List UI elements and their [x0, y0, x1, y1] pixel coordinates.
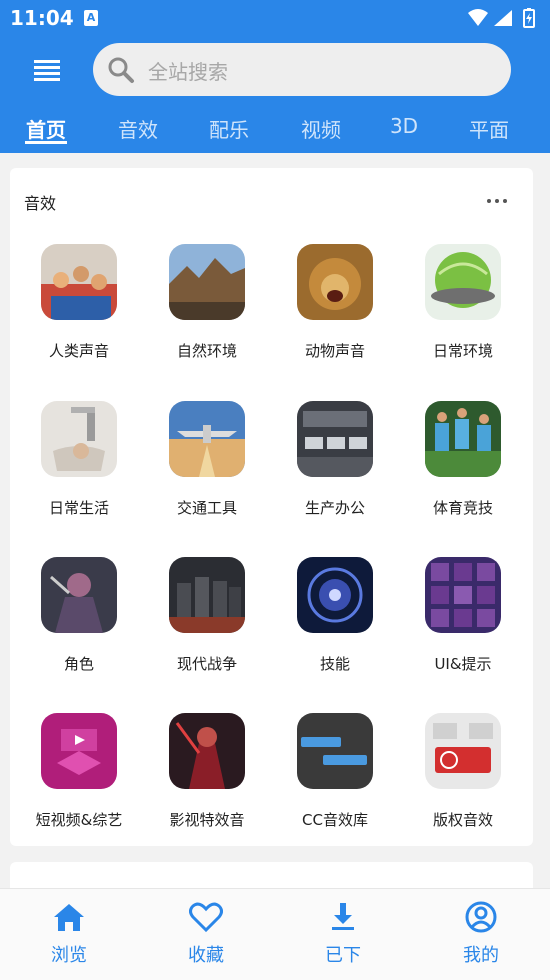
search-bar[interactable]: 全站搜索 — [93, 43, 511, 96]
category-label: 版权音效 — [432, 811, 493, 829]
notification-icon: A — [84, 10, 98, 26]
nav-favorites[interactable]: 收藏 — [156, 901, 256, 967]
thumbnail — [425, 401, 501, 477]
thumbnail — [169, 401, 245, 477]
category-daily-environment[interactable]: 日常环境 — [399, 244, 527, 361]
category-skills[interactable]: 技能 — [271, 557, 399, 674]
download-icon — [326, 903, 360, 937]
thumbnail — [297, 713, 373, 789]
thumbnail — [41, 244, 117, 320]
status-icons — [466, 7, 542, 33]
heart-icon — [189, 902, 223, 937]
bottom-nav: 浏览 收藏 已下 我的 — [0, 888, 550, 980]
thumbnail — [169, 713, 245, 789]
nav-label: 我的 — [463, 945, 499, 966]
category-film-effects[interactable]: 影视特效音 — [143, 713, 271, 830]
category-copyright[interactable]: 版权音效 — [399, 713, 527, 830]
nav-mine[interactable]: 我的 — [431, 901, 531, 967]
category-label: 影视特效音 — [169, 811, 245, 829]
status-bar: 11:04 A — [0, 0, 550, 37]
category-label: 体育竞技 — [432, 499, 493, 517]
thumbnail — [425, 557, 501, 633]
wifi-icon — [468, 9, 488, 26]
battery-icon — [523, 8, 535, 28]
thumbnail — [169, 557, 245, 633]
signal-icon — [494, 10, 512, 26]
thumbnail — [41, 401, 117, 477]
category-human-voice[interactable]: 人类声音 — [15, 244, 143, 361]
thumbnail — [425, 244, 501, 320]
category-nature[interactable]: 自然环境 — [143, 244, 271, 361]
category-label: CC音效库 — [302, 811, 368, 829]
thumbnail — [169, 244, 245, 320]
thumbnail — [297, 557, 373, 633]
category-label: 日常生活 — [48, 499, 109, 517]
category-short-video[interactable]: 短视频&综艺 — [15, 713, 143, 830]
category-label: 现代战争 — [176, 655, 237, 673]
category-label: 自然环境 — [176, 342, 237, 360]
home-icon — [52, 904, 86, 937]
sound-effects-section: 音效 人类声音 自然环境 动物声音 日常环境 日常生活 交通工具 生产办公 体育… — [10, 168, 533, 846]
app-header: 全站搜索 首页 音效 配乐 视频 3D 平面 — [0, 37, 550, 153]
thumbnail — [41, 557, 117, 633]
thumbnail — [297, 244, 373, 320]
search-input[interactable]: 全站搜索 — [148, 56, 228, 85]
thumbnail — [297, 401, 373, 477]
tab-home[interactable]: 首页 — [26, 114, 66, 143]
category-tabs: 首页 音效 配乐 视频 3D 平面 — [0, 105, 550, 153]
search-icon — [107, 56, 135, 88]
tab-music[interactable]: 配乐 — [209, 114, 249, 143]
category-ui-prompt[interactable]: UI&提示 — [399, 557, 527, 674]
more-icon[interactable] — [484, 192, 510, 208]
section-title: 音效 — [24, 194, 57, 213]
category-sports[interactable]: 体育竞技 — [399, 401, 527, 518]
category-label: 生产办公 — [304, 499, 365, 517]
tab-video[interactable]: 视频 — [301, 114, 341, 143]
tab-graphic[interactable]: 平面 — [469, 114, 509, 143]
category-animal[interactable]: 动物声音 — [271, 244, 399, 361]
category-label: 技能 — [319, 655, 350, 673]
category-cc-library[interactable]: CC音效库 — [271, 713, 399, 830]
category-modern-war[interactable]: 现代战争 — [143, 557, 271, 674]
nav-label: 已下 — [325, 945, 361, 966]
category-label: 交通工具 — [176, 499, 237, 517]
tab-sound-effects[interactable]: 音效 — [118, 114, 158, 143]
category-label: 人类声音 — [48, 342, 109, 360]
nav-label: 浏览 — [51, 945, 87, 966]
nav-browse[interactable]: 浏览 — [19, 901, 119, 967]
active-tab-indicator — [25, 141, 67, 144]
nav-label: 收藏 — [188, 945, 224, 966]
thumbnail — [425, 713, 501, 789]
category-character[interactable]: 角色 — [15, 557, 143, 674]
nav-downloaded[interactable]: 已下 — [293, 901, 393, 967]
category-label: UI&提示 — [434, 655, 492, 673]
thumbnail — [41, 713, 117, 789]
category-daily-life[interactable]: 日常生活 — [15, 401, 143, 518]
status-time: 11:04 — [10, 6, 74, 30]
menu-icon[interactable] — [24, 55, 70, 87]
category-office[interactable]: 生产办公 — [271, 401, 399, 518]
category-label: 日常环境 — [432, 342, 493, 360]
category-label: 动物声音 — [304, 342, 365, 360]
tab-3d[interactable]: 3D — [390, 114, 418, 138]
category-label: 角色 — [63, 655, 94, 673]
category-transport[interactable]: 交通工具 — [143, 401, 271, 518]
category-label: 短视频&综艺 — [35, 811, 123, 829]
user-icon — [464, 901, 498, 937]
